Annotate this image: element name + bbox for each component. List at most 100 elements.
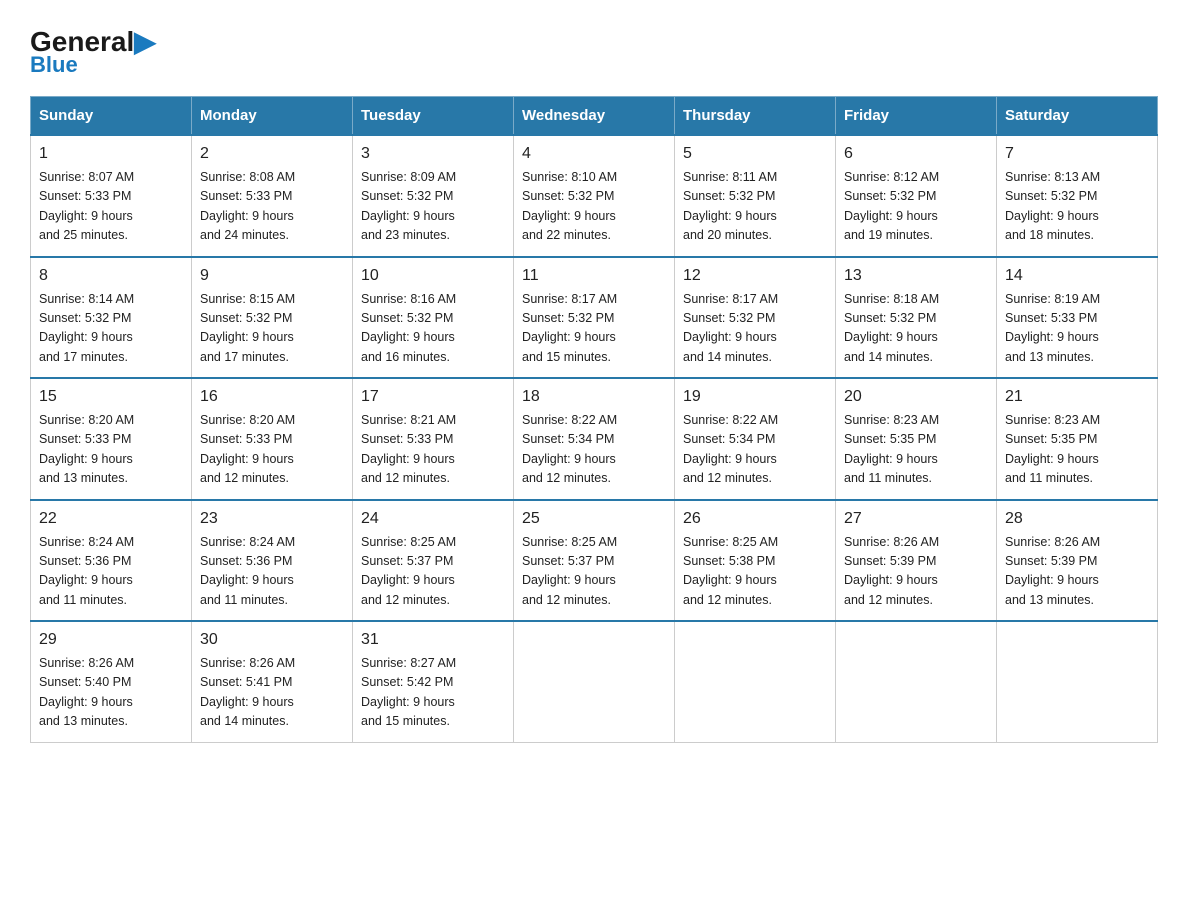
calendar-cell: 9 Sunrise: 8:15 AMSunset: 5:32 PMDayligh… — [192, 257, 353, 379]
day-info: Sunrise: 8:24 AMSunset: 5:36 PMDaylight:… — [39, 535, 134, 607]
day-info: Sunrise: 8:13 AMSunset: 5:32 PMDaylight:… — [1005, 170, 1100, 242]
calendar-cell — [675, 621, 836, 742]
calendar-cell: 25 Sunrise: 8:25 AMSunset: 5:37 PMDaylig… — [514, 500, 675, 622]
calendar-day-header: Friday — [836, 97, 997, 136]
day-info: Sunrise: 8:24 AMSunset: 5:36 PMDaylight:… — [200, 535, 295, 607]
day-number: 15 — [39, 385, 183, 409]
day-number: 7 — [1005, 142, 1149, 166]
calendar-cell: 28 Sunrise: 8:26 AMSunset: 5:39 PMDaylig… — [997, 500, 1158, 622]
calendar-header-row: SundayMondayTuesdayWednesdayThursdayFrid… — [31, 97, 1158, 136]
day-number: 2 — [200, 142, 344, 166]
calendar-cell: 13 Sunrise: 8:18 AMSunset: 5:32 PMDaylig… — [836, 257, 997, 379]
calendar-cell: 16 Sunrise: 8:20 AMSunset: 5:33 PMDaylig… — [192, 378, 353, 500]
calendar-day-header: Saturday — [997, 97, 1158, 136]
day-info: Sunrise: 8:09 AMSunset: 5:32 PMDaylight:… — [361, 170, 456, 242]
day-number: 12 — [683, 264, 827, 288]
calendar-cell: 18 Sunrise: 8:22 AMSunset: 5:34 PMDaylig… — [514, 378, 675, 500]
day-info: Sunrise: 8:26 AMSunset: 5:39 PMDaylight:… — [1005, 535, 1100, 607]
day-number: 17 — [361, 385, 505, 409]
day-number: 11 — [522, 264, 666, 288]
calendar-cell: 3 Sunrise: 8:09 AMSunset: 5:32 PMDayligh… — [353, 135, 514, 257]
day-number: 10 — [361, 264, 505, 288]
day-info: Sunrise: 8:25 AMSunset: 5:37 PMDaylight:… — [522, 535, 617, 607]
day-number: 28 — [1005, 507, 1149, 531]
day-info: Sunrise: 8:21 AMSunset: 5:33 PMDaylight:… — [361, 413, 456, 485]
day-info: Sunrise: 8:17 AMSunset: 5:32 PMDaylight:… — [683, 292, 778, 364]
day-number: 29 — [39, 628, 183, 652]
day-info: Sunrise: 8:14 AMSunset: 5:32 PMDaylight:… — [39, 292, 134, 364]
calendar-cell: 27 Sunrise: 8:26 AMSunset: 5:39 PMDaylig… — [836, 500, 997, 622]
calendar-cell: 5 Sunrise: 8:11 AMSunset: 5:32 PMDayligh… — [675, 135, 836, 257]
day-number: 25 — [522, 507, 666, 531]
day-number: 14 — [1005, 264, 1149, 288]
day-info: Sunrise: 8:20 AMSunset: 5:33 PMDaylight:… — [200, 413, 295, 485]
calendar-cell: 10 Sunrise: 8:16 AMSunset: 5:32 PMDaylig… — [353, 257, 514, 379]
calendar-cell: 31 Sunrise: 8:27 AMSunset: 5:42 PMDaylig… — [353, 621, 514, 742]
calendar-cell: 24 Sunrise: 8:25 AMSunset: 5:37 PMDaylig… — [353, 500, 514, 622]
calendar-cell — [836, 621, 997, 742]
day-info: Sunrise: 8:23 AMSunset: 5:35 PMDaylight:… — [1005, 413, 1100, 485]
calendar-cell: 6 Sunrise: 8:12 AMSunset: 5:32 PMDayligh… — [836, 135, 997, 257]
day-number: 21 — [1005, 385, 1149, 409]
day-number: 5 — [683, 142, 827, 166]
logo: General▶ Blue — [30, 28, 156, 78]
day-number: 20 — [844, 385, 988, 409]
week-row: 1 Sunrise: 8:07 AMSunset: 5:33 PMDayligh… — [31, 135, 1158, 257]
day-info: Sunrise: 8:19 AMSunset: 5:33 PMDaylight:… — [1005, 292, 1100, 364]
calendar-cell: 26 Sunrise: 8:25 AMSunset: 5:38 PMDaylig… — [675, 500, 836, 622]
calendar-day-header: Sunday — [31, 97, 192, 136]
day-info: Sunrise: 8:17 AMSunset: 5:32 PMDaylight:… — [522, 292, 617, 364]
calendar-cell: 15 Sunrise: 8:20 AMSunset: 5:33 PMDaylig… — [31, 378, 192, 500]
calendar-cell: 8 Sunrise: 8:14 AMSunset: 5:32 PMDayligh… — [31, 257, 192, 379]
day-info: Sunrise: 8:22 AMSunset: 5:34 PMDaylight:… — [683, 413, 778, 485]
day-info: Sunrise: 8:15 AMSunset: 5:32 PMDaylight:… — [200, 292, 295, 364]
day-number: 31 — [361, 628, 505, 652]
calendar-cell: 22 Sunrise: 8:24 AMSunset: 5:36 PMDaylig… — [31, 500, 192, 622]
calendar-cell: 19 Sunrise: 8:22 AMSunset: 5:34 PMDaylig… — [675, 378, 836, 500]
day-number: 1 — [39, 142, 183, 166]
day-number: 19 — [683, 385, 827, 409]
calendar-cell: 2 Sunrise: 8:08 AMSunset: 5:33 PMDayligh… — [192, 135, 353, 257]
day-info: Sunrise: 8:10 AMSunset: 5:32 PMDaylight:… — [522, 170, 617, 242]
calendar-cell: 1 Sunrise: 8:07 AMSunset: 5:33 PMDayligh… — [31, 135, 192, 257]
calendar-cell: 30 Sunrise: 8:26 AMSunset: 5:41 PMDaylig… — [192, 621, 353, 742]
day-info: Sunrise: 8:20 AMSunset: 5:33 PMDaylight:… — [39, 413, 134, 485]
day-number: 4 — [522, 142, 666, 166]
day-info: Sunrise: 8:16 AMSunset: 5:32 PMDaylight:… — [361, 292, 456, 364]
week-row: 29 Sunrise: 8:26 AMSunset: 5:40 PMDaylig… — [31, 621, 1158, 742]
calendar-day-header: Monday — [192, 97, 353, 136]
calendar-cell: 29 Sunrise: 8:26 AMSunset: 5:40 PMDaylig… — [31, 621, 192, 742]
day-number: 16 — [200, 385, 344, 409]
calendar-cell: 23 Sunrise: 8:24 AMSunset: 5:36 PMDaylig… — [192, 500, 353, 622]
calendar-cell: 11 Sunrise: 8:17 AMSunset: 5:32 PMDaylig… — [514, 257, 675, 379]
day-info: Sunrise: 8:12 AMSunset: 5:32 PMDaylight:… — [844, 170, 939, 242]
day-info: Sunrise: 8:07 AMSunset: 5:33 PMDaylight:… — [39, 170, 134, 242]
day-info: Sunrise: 8:18 AMSunset: 5:32 PMDaylight:… — [844, 292, 939, 364]
day-info: Sunrise: 8:23 AMSunset: 5:35 PMDaylight:… — [844, 413, 939, 485]
day-number: 13 — [844, 264, 988, 288]
calendar-table: SundayMondayTuesdayWednesdayThursdayFrid… — [30, 96, 1158, 743]
day-number: 6 — [844, 142, 988, 166]
day-number: 30 — [200, 628, 344, 652]
day-info: Sunrise: 8:22 AMSunset: 5:34 PMDaylight:… — [522, 413, 617, 485]
calendar-cell: 4 Sunrise: 8:10 AMSunset: 5:32 PMDayligh… — [514, 135, 675, 257]
calendar-day-header: Tuesday — [353, 97, 514, 136]
calendar-cell: 7 Sunrise: 8:13 AMSunset: 5:32 PMDayligh… — [997, 135, 1158, 257]
week-row: 15 Sunrise: 8:20 AMSunset: 5:33 PMDaylig… — [31, 378, 1158, 500]
day-number: 23 — [200, 507, 344, 531]
calendar-day-header: Thursday — [675, 97, 836, 136]
logo-arrow-icon: ▶ — [134, 28, 156, 56]
day-info: Sunrise: 8:26 AMSunset: 5:39 PMDaylight:… — [844, 535, 939, 607]
day-number: 26 — [683, 507, 827, 531]
day-number: 27 — [844, 507, 988, 531]
day-number: 22 — [39, 507, 183, 531]
calendar-cell: 17 Sunrise: 8:21 AMSunset: 5:33 PMDaylig… — [353, 378, 514, 500]
calendar-cell — [997, 621, 1158, 742]
day-number: 8 — [39, 264, 183, 288]
logo-blue-text: Blue — [30, 52, 78, 78]
week-row: 8 Sunrise: 8:14 AMSunset: 5:32 PMDayligh… — [31, 257, 1158, 379]
day-info: Sunrise: 8:26 AMSunset: 5:40 PMDaylight:… — [39, 656, 134, 728]
day-number: 3 — [361, 142, 505, 166]
day-info: Sunrise: 8:25 AMSunset: 5:38 PMDaylight:… — [683, 535, 778, 607]
calendar-cell: 12 Sunrise: 8:17 AMSunset: 5:32 PMDaylig… — [675, 257, 836, 379]
